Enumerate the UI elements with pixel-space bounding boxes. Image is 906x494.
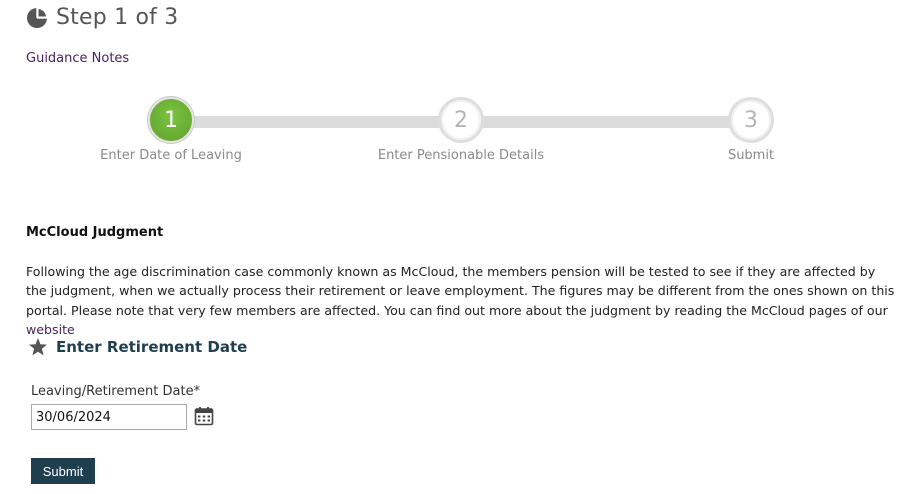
retirement-date-section-heading: Enter Retirement Date xyxy=(28,337,247,357)
step-3-circle[interactable]: 3 xyxy=(728,97,774,143)
mccloud-heading: McCloud Judgment xyxy=(26,225,164,240)
pie-chart-icon xyxy=(27,7,48,28)
submit-button[interactable]: Submit xyxy=(31,458,95,484)
star-icon xyxy=(29,338,47,356)
page-title: Step 1 of 3 xyxy=(56,5,179,30)
page-header: Step 1 of 3 xyxy=(26,5,178,30)
website-link[interactable]: website xyxy=(26,322,75,337)
step-2-number: 2 xyxy=(454,107,468,133)
mccloud-notice-text: Following the age discrimination case co… xyxy=(26,264,895,318)
step-2-label: Enter Pensionable Details xyxy=(377,148,545,163)
step-1-circle[interactable]: 1 xyxy=(148,97,194,143)
mccloud-notice: Following the age discrimination case co… xyxy=(26,262,896,340)
retirement-date-label: Leaving/Retirement Date* xyxy=(31,384,201,399)
stepper-track-2 xyxy=(461,116,751,128)
step-1-number: 1 xyxy=(164,107,178,133)
stepper-track-1 xyxy=(171,116,461,128)
step-2-circle[interactable]: 2 xyxy=(438,97,484,143)
step-3-number: 3 xyxy=(744,107,758,133)
calendar-icon[interactable] xyxy=(194,406,214,426)
step-1-label: Enter Date of Leaving xyxy=(100,148,242,163)
step-3-label: Submit xyxy=(727,148,775,163)
retirement-date-input[interactable] xyxy=(31,404,187,430)
guidance-notes-link[interactable]: Guidance Notes xyxy=(26,51,129,66)
progress-stepper: 1 2 3 Enter Date of Leaving Enter Pensio… xyxy=(0,95,906,175)
section-title: Enter Retirement Date xyxy=(56,338,248,356)
